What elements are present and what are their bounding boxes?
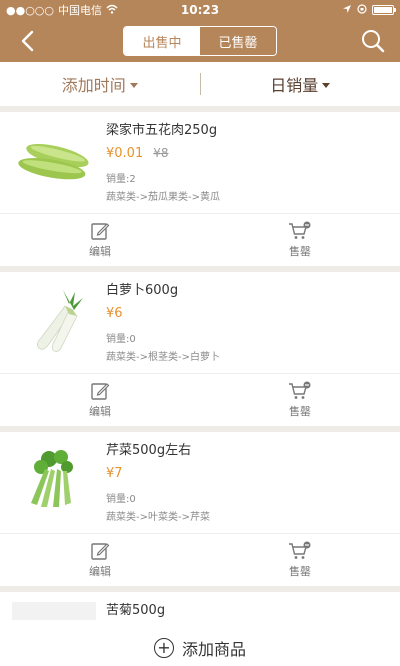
rotation-lock-icon — [357, 3, 367, 17]
product-price: ¥6 — [106, 305, 123, 321]
product-price: ¥0.01 — [106, 145, 144, 161]
product-sales: 销量:0 — [106, 494, 136, 505]
product-original-price: ¥8 — [153, 146, 169, 160]
product-info-row[interactable]: 梁家市五花肉250g ¥0.01 ¥8 销量:2 蔬菜类->茄瓜果类->黄瓜 — [0, 112, 400, 213]
sort-by-daily-sales[interactable]: 日销量 — [201, 72, 400, 96]
cart-minus-icon — [289, 541, 311, 559]
product-category: 蔬菜类->茄瓜果类->黄瓜 — [106, 192, 220, 203]
sort-by-time-label: 添加时间 — [61, 76, 126, 95]
sold-out-label: 售罄 — [289, 405, 311, 418]
search-icon — [362, 30, 385, 53]
edit-label: 编辑 — [89, 405, 111, 418]
product-name: 梁家市五花肉250g — [106, 123, 218, 138]
add-product-label: 添加商品 — [181, 640, 246, 659]
add-product-button[interactable]: + 添加商品 — [0, 630, 400, 666]
chevron-left-icon — [21, 30, 34, 52]
product-actions: 编辑 售罄 — [0, 533, 400, 586]
cart-minus-icon — [289, 221, 311, 239]
product-category: 蔬菜类->根茎类->白萝卜 — [106, 352, 220, 363]
product-card: 芹菜500g左右 ¥7 销量:0 蔬菜类->叶菜类->芹菜 编辑 售罄 — [0, 432, 400, 586]
edit-button[interactable]: 编辑 — [0, 374, 200, 426]
mark-sold-out-button[interactable]: 售罄 — [200, 214, 400, 266]
edit-icon — [91, 383, 110, 400]
edit-button[interactable]: 编辑 — [0, 534, 200, 586]
tab-on-sale[interactable]: 出售中 — [124, 27, 200, 55]
caret-down-icon — [322, 82, 331, 88]
signal-icon: ●●○○○ — [6, 3, 54, 17]
product-info-row[interactable]: 白萝卜600g ¥6 销量:0 蔬菜类->根茎类->白萝卜 — [0, 272, 400, 373]
caret-down-icon — [129, 82, 138, 88]
product-image — [12, 442, 96, 520]
nav-bar: 出售中 已售罄 — [0, 20, 400, 62]
filter-bar: 添加时间 日销量 — [0, 62, 400, 106]
edit-icon — [91, 223, 110, 240]
clock: 10:23 — [180, 3, 220, 17]
battery-icon — [372, 5, 396, 15]
sold-out-label: 售罄 — [289, 245, 311, 258]
search-button[interactable] — [358, 26, 388, 56]
product-actions: 编辑 售罄 — [0, 373, 400, 426]
mark-sold-out-button[interactable]: 售罄 — [200, 374, 400, 426]
celery-image — [31, 450, 73, 507]
cucumber-image — [18, 143, 89, 180]
status-segmented-control: 出售中 已售罄 — [123, 26, 277, 56]
product-image — [12, 282, 96, 360]
product-list: 梁家市五花肉250g ¥0.01 ¥8 销量:2 蔬菜类->茄瓜果类->黄瓜 编… — [0, 106, 400, 662]
product-image — [12, 122, 96, 200]
mark-sold-out-button[interactable]: 售罄 — [200, 534, 400, 586]
tab-sold-out[interactable]: 已售罄 — [200, 27, 276, 55]
cart-minus-icon — [289, 381, 311, 399]
product-card: 梁家市五花肉250g ¥0.01 ¥8 销量:2 蔬菜类->茄瓜果类->黄瓜 编… — [0, 112, 400, 266]
back-button[interactable] — [12, 26, 42, 56]
sort-by-time[interactable]: 添加时间 — [0, 72, 200, 96]
product-name: 芹菜500g左右 — [106, 443, 192, 458]
product-name: 苦菊500g — [106, 603, 166, 618]
edit-icon — [91, 543, 110, 560]
product-name: 白萝卜600g — [106, 283, 179, 298]
sold-out-label: 售罄 — [289, 565, 311, 578]
edit-button[interactable]: 编辑 — [0, 214, 200, 266]
product-price: ¥7 — [106, 465, 123, 481]
product-sales: 销量:2 — [106, 174, 136, 185]
sort-by-sales-label: 日销量 — [270, 76, 319, 95]
product-category: 蔬菜类->叶菜类->芹菜 — [106, 512, 210, 523]
edit-label: 编辑 — [89, 565, 111, 578]
radish-image — [37, 290, 83, 352]
carrier-label: 中国电信 — [58, 4, 102, 17]
product-sales: 销量:0 — [106, 334, 136, 345]
product-info-row[interactable]: 芹菜500g左右 ¥7 销量:0 蔬菜类->叶菜类->芹菜 — [0, 432, 400, 533]
product-card: 白萝卜600g ¥6 销量:0 蔬菜类->根茎类->白萝卜 编辑 售罄 — [0, 272, 400, 426]
location-icon — [342, 4, 352, 17]
status-bar: ●●○○○ 中国电信 10:23 — [0, 0, 400, 20]
plus-circle-icon: + — [153, 638, 174, 658]
wifi-icon — [106, 4, 118, 17]
product-image — [12, 602, 96, 620]
product-actions: 编辑 售罄 — [0, 213, 400, 266]
edit-label: 编辑 — [89, 245, 111, 258]
